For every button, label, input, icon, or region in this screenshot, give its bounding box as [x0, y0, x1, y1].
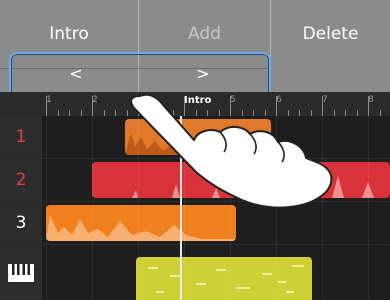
daw-screen: Intro Add Delete < > 1 2 3 4 5 6 7 8 Int…	[0, 0, 390, 300]
track-label[interactable]: 1	[0, 116, 42, 158]
track-label[interactable]: 2	[0, 159, 42, 201]
keyboard-icon[interactable]	[0, 245, 42, 300]
track-4[interactable]	[0, 245, 390, 300]
bar-gridline	[46, 116, 47, 300]
ruler-tick	[46, 96, 47, 116]
bar-gridline	[92, 116, 93, 300]
pointing-hand-icon	[130, 93, 333, 209]
track-label[interactable]: 3	[0, 202, 42, 244]
delete-button[interactable]: Delete	[271, 0, 390, 92]
midi-notes-icon	[148, 265, 304, 293]
ruler-tick	[92, 96, 93, 116]
ruler-tick	[368, 96, 369, 116]
bar-gridline	[368, 116, 369, 300]
midi-region[interactable]	[136, 257, 312, 300]
top-menu: Intro Add Delete < >	[0, 0, 390, 99]
